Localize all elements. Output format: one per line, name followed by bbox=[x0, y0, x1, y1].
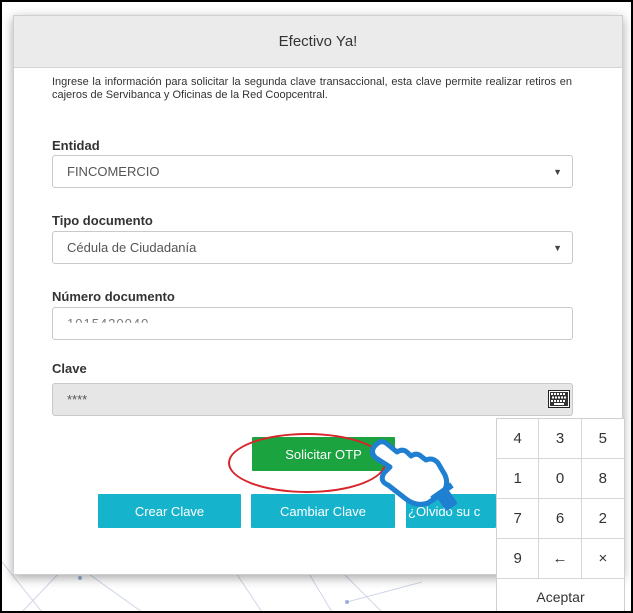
clave-input[interactable]: **** bbox=[52, 383, 573, 416]
virtual-keypad: 4 3 5 1 0 8 7 6 2 9 ← × Aceptar bbox=[496, 418, 625, 611]
keypad-key[interactable]: ← bbox=[539, 539, 582, 579]
keypad-key[interactable]: 2 bbox=[581, 499, 624, 539]
numero-documento-label: Número documento bbox=[52, 289, 175, 304]
numero-documento-value: 1015420040 bbox=[67, 316, 150, 331]
accept-key[interactable]: Aceptar bbox=[497, 579, 624, 611]
intro-text: Ingrese la información para solicitar la… bbox=[52, 76, 572, 101]
chevron-down-icon: ▼ bbox=[553, 243, 562, 253]
clave-label: Clave bbox=[52, 361, 87, 376]
numero-documento-input[interactable]: 1015420040 bbox=[52, 307, 573, 340]
entidad-value: FINCOMERCIO bbox=[67, 164, 160, 179]
keypad-grid: 4 3 5 1 0 8 7 6 2 9 ← × bbox=[497, 419, 624, 579]
keyboard-icon[interactable] bbox=[548, 390, 570, 408]
keypad-key[interactable]: 1 bbox=[497, 459, 540, 499]
keypad-key[interactable]: 8 bbox=[581, 459, 624, 499]
tipo-documento-value: Cédula de Ciudadanía bbox=[67, 240, 197, 255]
crear-clave-button[interactable]: Crear Clave bbox=[98, 494, 241, 528]
entidad-select[interactable]: FINCOMERCIO ▼ bbox=[52, 155, 573, 188]
screenshot-frame: Efectivo Ya! Ingrese la información para… bbox=[0, 0, 633, 613]
modal-header: Efectivo Ya! bbox=[14, 16, 622, 68]
keypad-key[interactable]: 7 bbox=[497, 499, 540, 539]
entidad-label: Entidad bbox=[52, 138, 100, 153]
keypad-key[interactable]: × bbox=[581, 539, 624, 579]
keypad-key[interactable]: 3 bbox=[539, 419, 582, 459]
keypad-key[interactable]: 0 bbox=[539, 459, 582, 499]
keypad-key[interactable]: 6 bbox=[539, 499, 582, 539]
keypad-key[interactable]: 5 bbox=[581, 419, 624, 459]
keypad-key[interactable]: 4 bbox=[497, 419, 540, 459]
tipo-documento-select[interactable]: Cédula de Ciudadanía ▼ bbox=[52, 231, 573, 264]
modal-title: Efectivo Ya! bbox=[278, 33, 358, 50]
chevron-down-icon: ▼ bbox=[553, 167, 562, 177]
hand-pointer-icon bbox=[369, 439, 457, 511]
keypad-key[interactable]: 9 bbox=[497, 539, 540, 579]
tipo-documento-label: Tipo documento bbox=[52, 213, 153, 228]
clave-value: **** bbox=[67, 392, 88, 407]
